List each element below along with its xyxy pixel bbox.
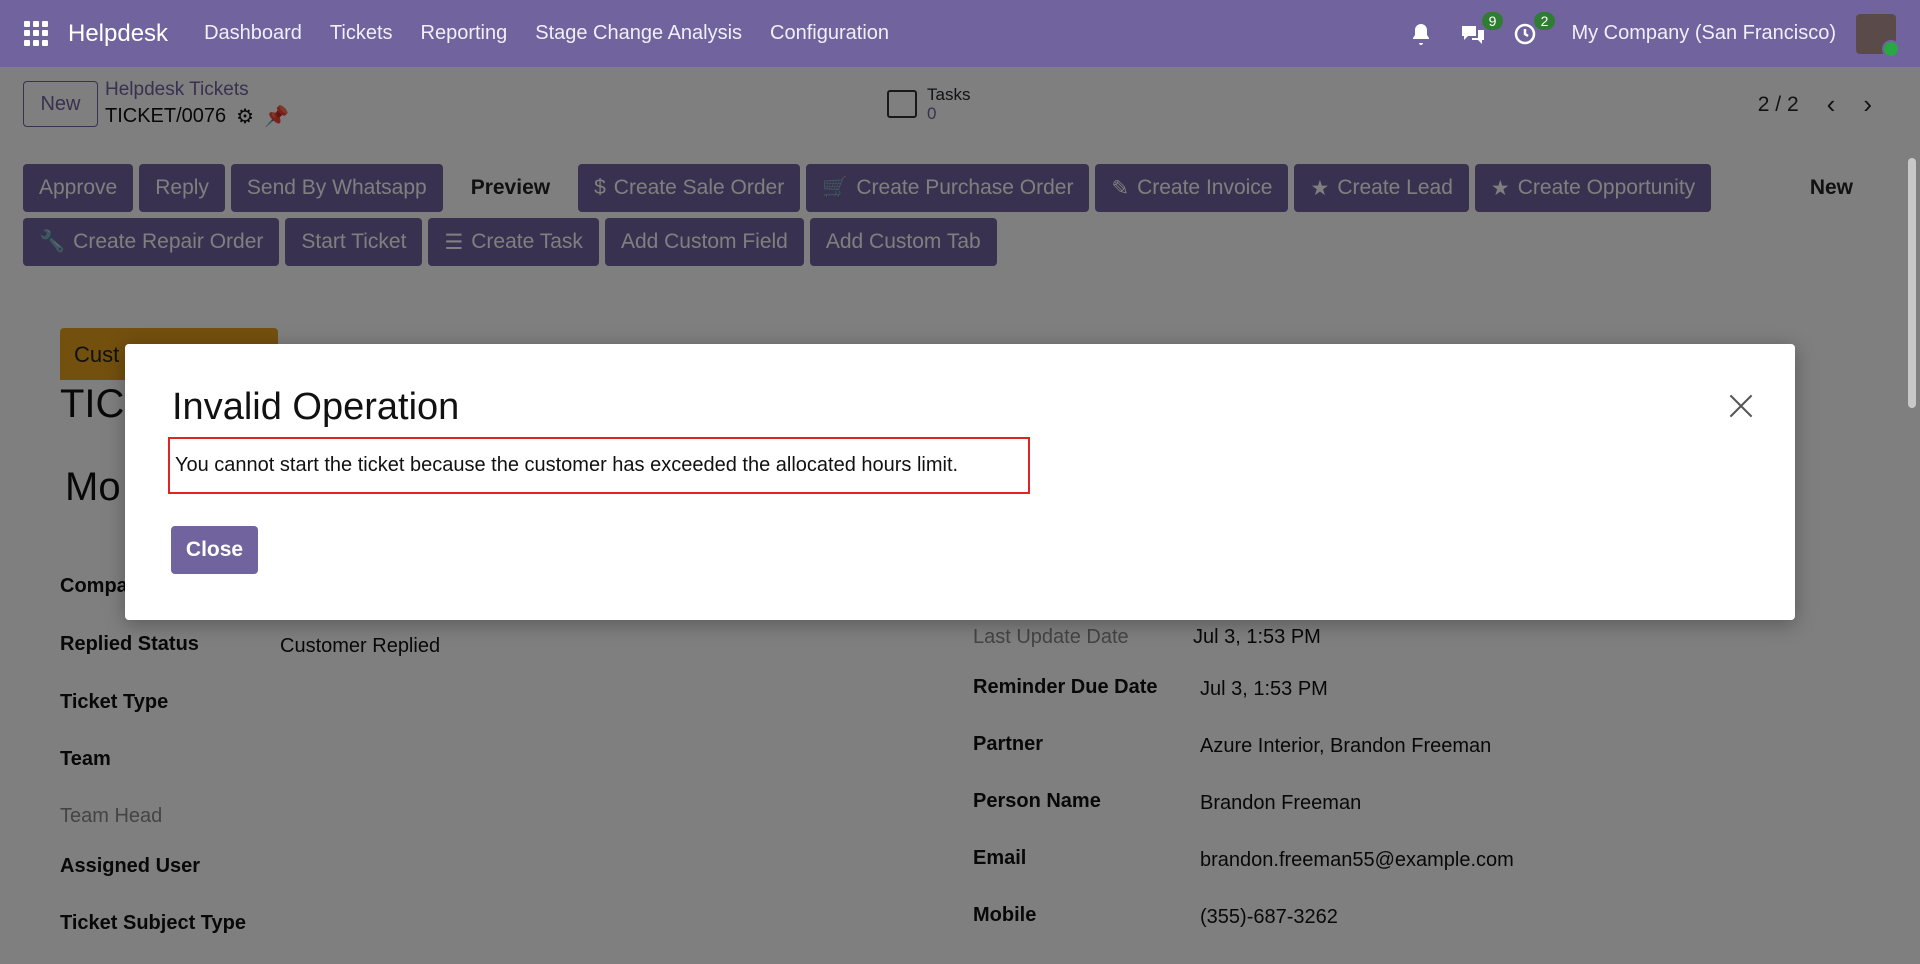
menu-dashboard[interactable]: Dashboard [190,22,316,45]
app-brand[interactable]: Helpdesk [68,20,168,48]
menu-reporting[interactable]: Reporting [407,22,522,45]
menu-tickets[interactable]: Tickets [316,22,407,45]
chat-icon[interactable]: 9 [1457,11,1504,50]
user-avatar[interactable] [1856,13,1900,58]
page-scrollbar[interactable] [1908,158,1916,408]
dialog-title: Invalid Operation [172,386,460,428]
menu-stage-change-analysis[interactable]: Stage Change Analysis [521,22,756,45]
clock-icon[interactable]: 2 [1509,11,1556,50]
dialog-message: You cannot start the ticket because the … [168,437,1030,494]
company-switcher[interactable]: My Company (San Francisco) [1571,22,1836,45]
navbar-systray: 9 2 My Company (San Francisco) [1405,11,1920,58]
close-button[interactable]: Close [171,526,258,574]
menu-configuration[interactable]: Configuration [756,22,903,45]
top-navbar: Helpdesk Dashboard Tickets Reporting Sta… [0,0,1920,67]
apps-menu-icon[interactable] [24,20,50,47]
error-dialog: Invalid Operation You cannot start the t… [125,344,1795,620]
messages-badge: 9 [1481,11,1504,30]
close-icon[interactable] [1729,394,1753,418]
bell-icon[interactable] [1405,18,1437,50]
main-menu: Dashboard Tickets Reporting Stage Change… [190,22,903,45]
activities-badge: 2 [1533,11,1556,30]
dialog-message-text: You cannot start the ticket because the … [175,454,959,476]
